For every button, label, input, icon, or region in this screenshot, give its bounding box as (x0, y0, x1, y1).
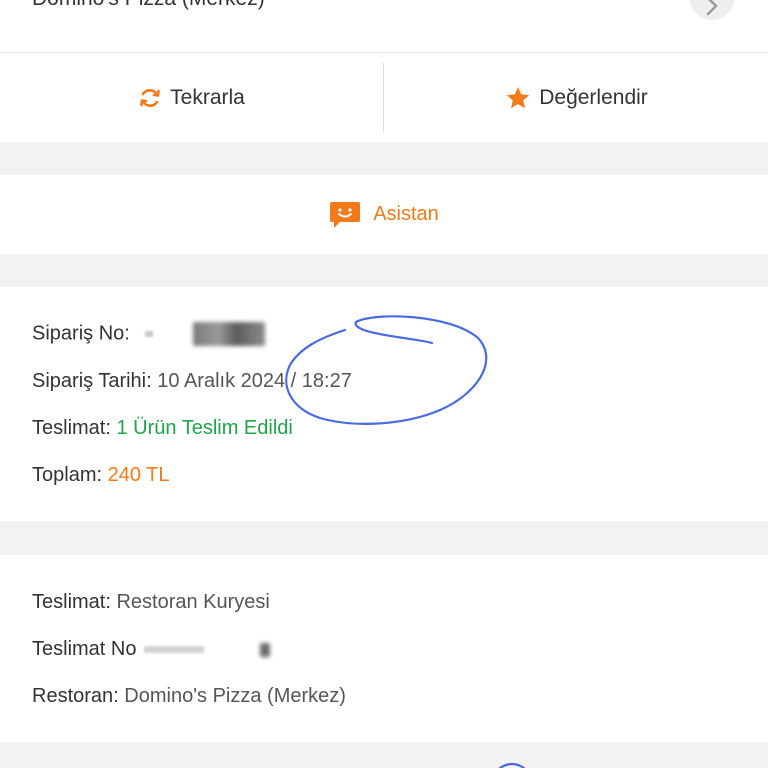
order-date-value: 10 Aralık 2024 / 18:27 (157, 370, 352, 392)
restaurant-row: Restoran: Domino's Pizza (Merkez) (32, 685, 346, 708)
delivery-number-row: Teslimat No (32, 638, 270, 661)
delivery-details-card: Teslimat: Restoran Kuryesi Teslimat No R… (0, 555, 768, 742)
delivery-status-row: Teslimat: 1 Ürün Teslim Edildi (32, 417, 293, 440)
order-number-row: Sipariş No: (32, 322, 265, 346)
order-total-row: Toplam: 240 TL (32, 464, 170, 487)
chat-smile-icon (330, 201, 361, 228)
repeat-order-button[interactable]: Tekrarla (0, 53, 383, 142)
assistant-section: Asistan (0, 175, 768, 254)
redacted-delivery-number (144, 646, 205, 654)
assistant-button[interactable]: Asistan (0, 175, 768, 254)
restaurant-detail-button[interactable] (689, 0, 735, 20)
restaurant-value: Domino's Pizza (Merkez) (124, 685, 346, 707)
redacted-mark (145, 331, 154, 337)
refresh-icon (140, 88, 160, 107)
order-date-label: Sipariş Tarihi: (32, 370, 152, 392)
redacted-order-number (192, 322, 265, 346)
delivery-method-label: Teslimat: (32, 591, 111, 613)
rate-order-label: Değerlendir (539, 85, 648, 109)
restaurant-header[interactable]: Domino's Pizza (Merkez) (0, 0, 768, 53)
chevron-right-icon (706, 0, 718, 16)
order-total-value: 240 TL (107, 464, 170, 486)
delivery-method-row: Teslimat: Restoran Kuryesi (32, 591, 270, 614)
delivery-method-value: Restoran Kuryesi (116, 591, 270, 613)
redacted-mark (259, 642, 270, 657)
delivery-number-label: Teslimat No (32, 638, 137, 660)
rate-order-button[interactable]: Değerlendir (385, 53, 768, 142)
delivery-status-value[interactable]: 1 Ürün Teslim Edildi (116, 417, 292, 439)
delivery-status-label: Teslimat: (32, 417, 111, 439)
repeat-order-label: Tekrarla (170, 85, 245, 109)
restaurant-name: Domino's Pizza (Merkez) (32, 0, 265, 11)
star-icon (506, 86, 530, 108)
order-date-row: Sipariş Tarihi: 10 Aralık 2024 / 18:27 (32, 370, 352, 393)
order-total-label: Toplam: (32, 464, 103, 486)
order-actions: Tekrarla Değerlendir (0, 53, 768, 142)
restaurant-label: Restoran: (32, 685, 119, 707)
order-info-card: Sipariş No: Sipariş Tarihi: 10 Aralık 20… (0, 287, 768, 521)
order-number-label: Sipariş No: (32, 322, 130, 345)
assistant-label: Asistan (373, 203, 439, 225)
action-divider (383, 63, 384, 133)
